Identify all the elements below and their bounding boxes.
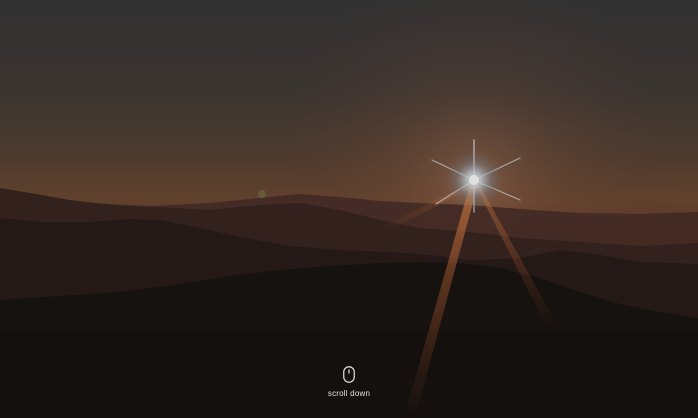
hero-background-image — [0, 0, 698, 418]
hero-section: scroll down — [0, 0, 698, 418]
scroll-down-button[interactable]: scroll down — [0, 366, 698, 399]
mouse-icon — [343, 366, 355, 383]
scroll-down-label: scroll down — [327, 389, 371, 398]
